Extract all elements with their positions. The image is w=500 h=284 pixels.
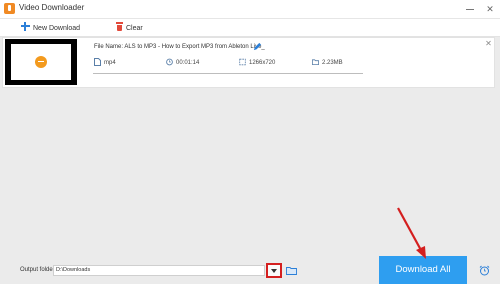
window-title: Video Downloader (19, 3, 85, 12)
minimize-button[interactable] (462, 1, 478, 17)
toolbar: New Download Clear (0, 19, 500, 37)
plus-icon (21, 22, 30, 31)
duration-value: 00:01:14 (176, 60, 200, 66)
chevron-down-icon[interactable] (266, 263, 282, 278)
download-all-button[interactable]: Download All (379, 256, 467, 284)
output-folder-label: Output folder: (20, 267, 57, 273)
output-folder-input[interactable]: D:\Downloads (53, 265, 265, 276)
resolution-icon (239, 58, 246, 66)
clear-button[interactable]: Clear (116, 22, 143, 33)
thumbnail-frame (11, 44, 71, 80)
download-item: File Name: ALS to MP3 - How to Export MP… (2, 37, 495, 88)
size-info: 2.23MB (312, 58, 343, 68)
folder-icon[interactable] (286, 267, 297, 275)
format-info: mp4 (94, 58, 116, 68)
size-value: 2.23MB (322, 60, 343, 66)
title-bar: Video Downloader ✕ (0, 0, 500, 19)
new-download-label: New Download (33, 25, 81, 32)
duration-info: 00:01:14 (166, 58, 199, 68)
folder-size-icon (312, 59, 319, 66)
app-icon (4, 3, 15, 14)
bottom-bar: Output folder: D:\Downloads Download All (0, 256, 500, 284)
new-download-button[interactable]: New Download (21, 22, 80, 33)
resolution-value: 1266x720 (249, 60, 276, 66)
progress-line (93, 73, 363, 74)
clear-label: Clear (126, 25, 143, 32)
video-thumbnail[interactable] (5, 39, 77, 85)
format-value: mp4 (104, 60, 116, 66)
resolution-info: 1266x720 (239, 58, 275, 68)
close-window-button[interactable]: ✕ (482, 1, 498, 17)
file-icon (94, 58, 101, 66)
play-icon[interactable] (35, 56, 47, 68)
close-icon[interactable]: ✕ (484, 39, 493, 48)
pencil-icon[interactable] (253, 42, 262, 51)
alarm-icon[interactable] (479, 265, 490, 276)
trash-icon (116, 22, 123, 31)
clock-icon (166, 58, 173, 66)
file-name: File Name: ALS to MP3 - How to Export MP… (94, 44, 265, 50)
